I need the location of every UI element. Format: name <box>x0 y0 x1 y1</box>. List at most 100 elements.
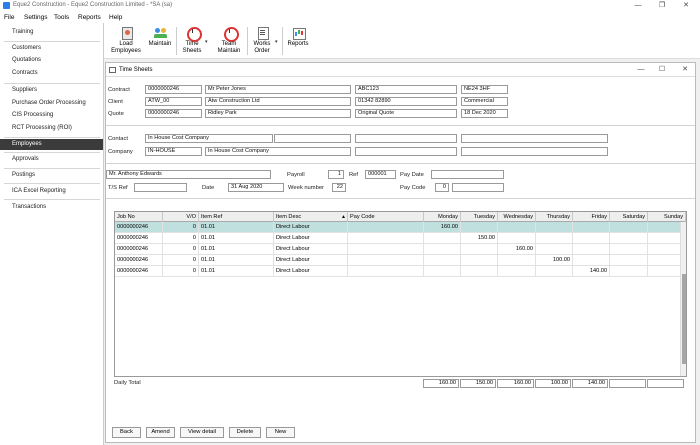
cell-vo: 0 <box>163 222 199 233</box>
client-phone-field[interactable]: 01342 82890 <box>355 97 457 106</box>
sidebar-item-training[interactable]: Training <box>0 27 103 38</box>
child-close-icon[interactable]: ✕ <box>678 65 692 75</box>
sidebar-item-contracts[interactable]: Contracts <box>0 68 103 79</box>
client-code-field[interactable]: ATW_00 <box>145 97 202 106</box>
ref-field[interactable]: 000001 <box>365 170 396 179</box>
company-name-field[interactable]: In House Cost Company <box>205 147 351 156</box>
cell-thursday <box>536 233 573 244</box>
sidebar-divider <box>4 41 100 42</box>
maximize-icon[interactable]: ❐ <box>652 1 672 11</box>
col-saturday[interactable]: Saturday <box>610 212 648 222</box>
clock-icon <box>223 26 239 42</box>
window-icon <box>109 67 116 73</box>
child-maximize-icon[interactable]: ☐ <box>655 65 669 75</box>
contact-field[interactable]: In House Cost Company <box>145 134 273 143</box>
cell-thursday <box>536 222 573 233</box>
menu-reports[interactable]: Reports <box>78 14 101 21</box>
company-code-field[interactable]: IN-HOUSE <box>145 147 202 156</box>
team-maintain-button[interactable]: Team Maintain <box>214 26 244 58</box>
ref-label: Ref <box>349 172 359 178</box>
child-minimize-icon[interactable]: — <box>634 65 648 75</box>
company-extra-field[interactable] <box>355 147 457 156</box>
employee-name-field[interactable]: Mr. Anthony Edwards <box>106 170 271 179</box>
sidebar-item-ica-excel-reporting[interactable]: ICA Excel Reporting <box>0 186 103 197</box>
menu-help[interactable]: Help <box>109 14 122 21</box>
contact-extra-field[interactable] <box>274 134 351 143</box>
sidebar-item-purchase-order-processing[interactable]: Purchase Order Processing <box>0 98 103 109</box>
quote-label: Quote <box>108 111 124 117</box>
ts-ref-label: T/S Ref <box>108 185 128 191</box>
menu-settings[interactable]: Settings <box>24 14 48 21</box>
contract-name-field[interactable]: Mr Peter Jones <box>205 85 351 94</box>
col-item-desc[interactable]: Item Desc ▲ <box>274 212 348 222</box>
quote-date-field[interactable]: 18 Dec 2020 <box>461 109 508 118</box>
time-sheets-button[interactable]: Time Sheets <box>180 26 204 58</box>
amend-button[interactable]: Amend <box>146 427 175 438</box>
col-thursday[interactable]: Thursday <box>536 212 573 222</box>
contact-email-field[interactable] <box>461 134 608 143</box>
time-sheets-window: Time Sheets — ☐ ✕ Contract 0000000246 Mr… <box>105 62 696 443</box>
col-vo[interactable]: V/O <box>163 212 199 222</box>
table-row[interactable]: 0000000246 0 01.01 Direct Labour 160.00 <box>115 244 686 255</box>
col-wednesday[interactable]: Wednesday <box>498 212 536 222</box>
grid-scrollbar[interactable] <box>680 222 686 376</box>
sidebar-item-quotations[interactable]: Quotations <box>0 55 103 66</box>
payroll-field[interactable]: 1 <box>328 170 344 179</box>
cell-item-ref: 01.01 <box>199 244 274 255</box>
view-detail-button[interactable]: View detail <box>180 427 224 438</box>
sidebar-item-cis-processing[interactable]: CIS Processing <box>0 110 103 121</box>
menu-file[interactable]: File <box>4 14 14 21</box>
sidebar-item-suppliers[interactable]: Suppliers <box>0 85 103 96</box>
col-monday[interactable]: Monday <box>424 212 461 222</box>
close-icon[interactable]: ✕ <box>676 1 696 11</box>
col-sunday[interactable]: Sunday <box>648 212 686 222</box>
col-item-ref[interactable]: Item Ref <box>199 212 274 222</box>
works-order-button[interactable]: Works Order <box>250 26 274 58</box>
table-row[interactable]: 0000000246 0 01.01 Direct Labour 140.00 <box>115 266 686 277</box>
col-job-no[interactable]: Job No <box>115 212 163 222</box>
pay-code-field[interactable]: 0 <box>435 183 449 192</box>
quote-code-field[interactable]: 0000000246 <box>145 109 202 118</box>
col-tuesday[interactable]: Tuesday <box>461 212 498 222</box>
client-type-field[interactable]: Commercial <box>461 97 508 106</box>
sidebar-item-approvals[interactable]: Approvals <box>0 154 103 165</box>
week-number-field[interactable]: 22 <box>332 183 346 192</box>
contract-ref-field[interactable]: ABC123 <box>355 85 457 94</box>
sidebar-item-transactions[interactable]: Transactions <box>0 202 103 213</box>
menu-tools[interactable]: Tools <box>54 14 69 21</box>
new-button[interactable]: New <box>266 427 295 438</box>
contract-code-field[interactable]: 0000000246 <box>145 85 202 94</box>
sidebar-item-customers[interactable]: Customers <box>0 43 103 54</box>
sidebar-item-rct-processing[interactable]: RCT Processing (ROI) <box>0 123 103 134</box>
contact-phone-field[interactable] <box>355 134 457 143</box>
contract-postcode-field[interactable]: NE24 3HF <box>461 85 508 94</box>
pay-code-desc-field[interactable] <box>452 183 504 192</box>
quote-name-field[interactable]: Ridley Park <box>205 109 351 118</box>
cell-thursday <box>536 266 573 277</box>
client-name-field[interactable]: Atw Construction Ltd <box>205 97 351 106</box>
ts-ref-field[interactable] <box>134 183 187 192</box>
sidebar-item-employees[interactable]: Employees <box>0 139 103 150</box>
maintain-button[interactable]: Maintain <box>146 26 174 58</box>
table-row[interactable]: 0000000246 0 01.01 Direct Labour 160.00 <box>115 222 686 233</box>
minimize-icon[interactable]: — <box>628 1 648 11</box>
back-button[interactable]: Back <box>112 427 141 438</box>
load-employees-icon <box>120 26 133 40</box>
company-extra-field-2[interactable] <box>461 147 608 156</box>
cell-tuesday <box>461 255 498 266</box>
delete-button[interactable]: Delete <box>229 427 261 438</box>
col-pay-code[interactable]: Pay Code <box>348 212 424 222</box>
quote-desc-field[interactable]: Original Quote <box>355 109 457 118</box>
chevron-down-icon[interactable]: ▾ <box>205 39 208 45</box>
table-row[interactable]: 0000000246 0 01.01 Direct Labour 150.00 <box>115 233 686 244</box>
col-friday[interactable]: Friday <box>573 212 610 222</box>
reports-button[interactable]: Reports <box>285 26 311 58</box>
sidebar-item-postings[interactable]: Postings <box>0 170 103 181</box>
table-row[interactable]: 0000000246 0 01.01 Direct Labour 100.00 <box>115 255 686 266</box>
pay-date-field[interactable] <box>431 170 504 179</box>
cell-wednesday: 160.00 <box>498 244 536 255</box>
grid-scrollbar-thumb[interactable] <box>682 274 686 364</box>
chevron-down-icon[interactable]: ▾ <box>275 39 278 45</box>
date-field[interactable]: 31 Aug 2020 <box>228 183 284 192</box>
load-employees-button[interactable]: Load Employees <box>110 26 142 58</box>
